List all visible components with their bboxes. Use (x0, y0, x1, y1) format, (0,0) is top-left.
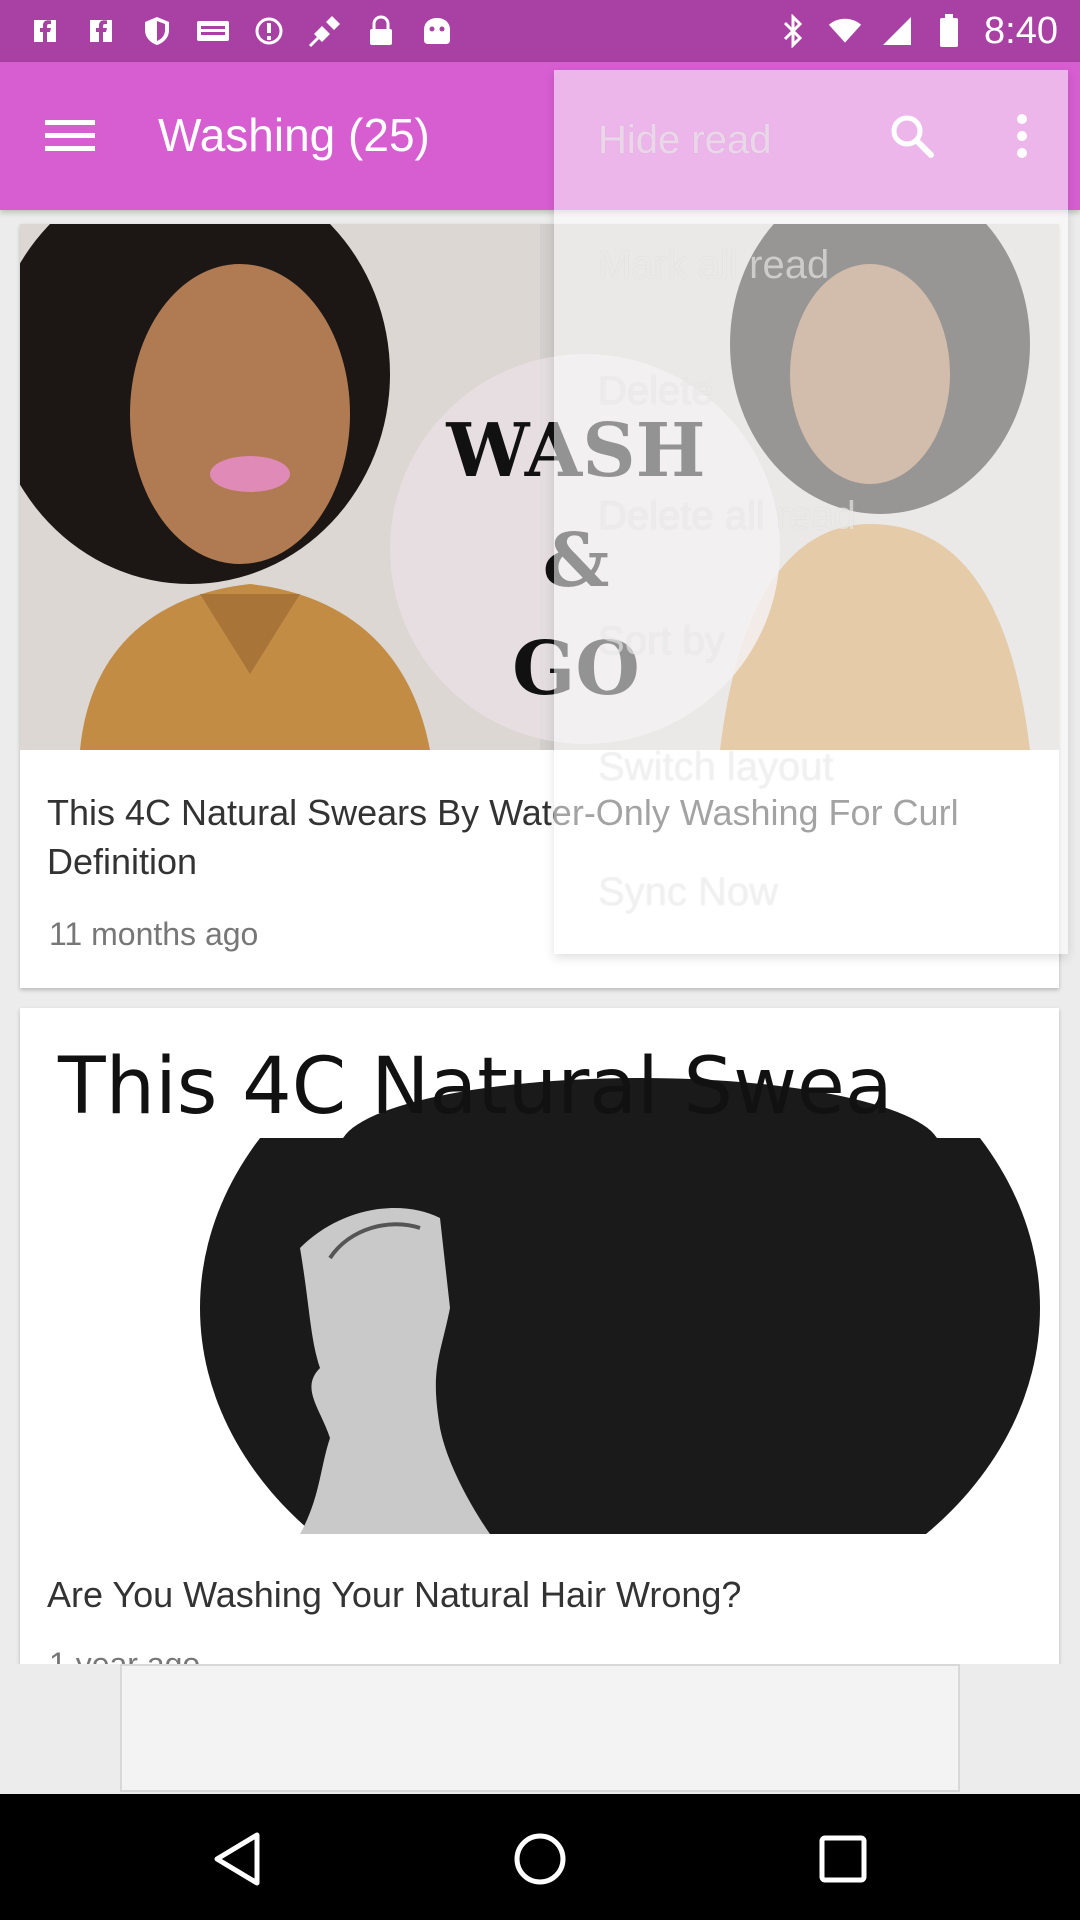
home-icon[interactable] (505, 1824, 575, 1894)
thumbnail-overlay-text: This 4C Natural Swea (57, 1042, 893, 1132)
recents-icon[interactable] (808, 1824, 878, 1894)
menu-item-sync-now[interactable]: Sync Now (598, 870, 778, 915)
cellular-icon (880, 14, 914, 48)
menu-item-switch-layout[interactable]: Switch layout (598, 745, 834, 790)
ad-area (0, 1664, 1080, 1794)
mail-icon (196, 14, 230, 48)
satellite-icon (308, 14, 342, 48)
article-time: 1 year ago (49, 1646, 201, 1664)
menu-item-hide-read[interactable]: Hide read (598, 118, 771, 163)
article-title[interactable]: Are You Washing Your Natural Hair Wrong? (47, 1570, 1027, 1619)
notification-icons (28, 14, 454, 48)
lock-icon (364, 14, 398, 48)
android-icon (420, 14, 454, 48)
status-time: 8:40 (984, 9, 1058, 52)
back-icon[interactable] (202, 1824, 272, 1894)
page-title: Washing (25) (158, 109, 430, 161)
system-nav-bar (0, 1794, 1080, 1920)
menu-item-delete-all-read[interactable]: Delete all read (598, 494, 856, 539)
ad-banner[interactable] (120, 1664, 960, 1792)
feed-card[interactable]: This 4C Natural Swea Are You Washing You… (20, 1008, 1059, 1664)
facebook-icon (28, 14, 62, 48)
menu-item-sort-by[interactable]: Sort by (598, 619, 725, 664)
menu-item-mark-all-read[interactable]: Mark all read (598, 243, 829, 288)
facebook-icon (84, 14, 118, 48)
battery-icon (932, 14, 966, 48)
menu-item-delete[interactable]: Delete (598, 369, 714, 414)
wifi-icon (828, 14, 862, 48)
blocked-icon (252, 14, 286, 48)
overflow-menu: Hide read Mark all read Delete Delete al… (554, 70, 1068, 954)
hamburger-menu-icon[interactable] (40, 106, 100, 166)
article-time: 11 months ago (49, 916, 259, 952)
bluetooth-icon (776, 14, 810, 48)
status-bar: 8:40 (0, 0, 1080, 62)
article-thumbnail[interactable]: This 4C Natural Swea (20, 1008, 1059, 1534)
shield-icon (140, 14, 174, 48)
